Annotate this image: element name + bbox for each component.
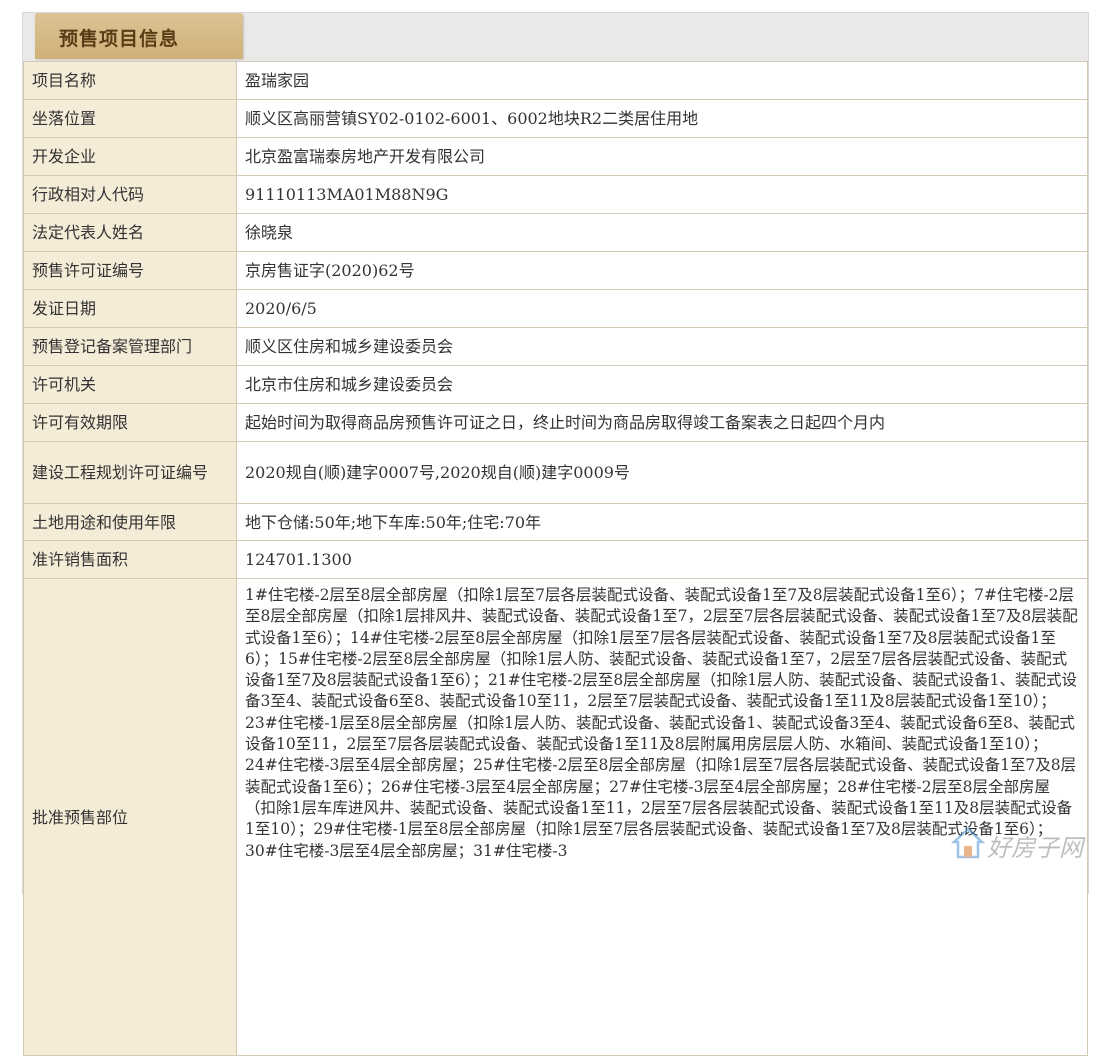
row-value: 2020/6/5 [236, 289, 1088, 328]
table-row: 开发企业 北京盈富瑞泰房地产开发有限公司 [23, 137, 1088, 176]
row-label: 行政相对人代码 [23, 175, 237, 214]
section-tab: 预售项目信息 [35, 13, 243, 59]
row-label: 批准预售部位 [23, 578, 237, 1056]
row-label: 许可机关 [23, 365, 237, 404]
table-row: 准许销售面积 124701.1300 [23, 540, 1088, 579]
table-row: 批准预售部位 1#住宅楼-2层至8层全部房屋（扣除1层至7层各层装配式设备、装配… [23, 578, 1088, 1056]
table-row: 预售许可证编号 京房售证字(2020)62号 [23, 251, 1088, 290]
table-row: 建设工程规划许可证编号 2020规自(顺)建字0007号,2020规自(顺)建字… [23, 441, 1088, 504]
presale-info-panel: 预售项目信息 项目名称 盈瑞家园 坐落位置 顺义区高丽营镇SY02-0102-6… [22, 12, 1089, 1056]
row-label: 预售许可证编号 [23, 251, 237, 290]
table-row: 预售登记备案管理部门 顺义区住房和城乡建设委员会 [23, 327, 1088, 366]
row-value: 徐晓泉 [236, 213, 1088, 252]
row-label: 准许销售面积 [23, 540, 237, 579]
section-title: 预售项目信息 [59, 28, 180, 50]
row-label: 许可有效期限 [23, 403, 237, 442]
row-label: 项目名称 [23, 61, 237, 100]
table-row: 项目名称 盈瑞家园 [23, 61, 1088, 100]
row-label: 预售登记备案管理部门 [23, 327, 237, 366]
row-label: 建设工程规划许可证编号 [23, 441, 237, 504]
row-value: 91110113MA01M88N9G [236, 175, 1088, 214]
row-value: 124701.1300 [236, 540, 1088, 579]
row-value: 起始时间为取得商品房预售许可证之日，终止时间为商品房取得竣工备案表之日起四个月内 [236, 403, 1088, 442]
row-label: 开发企业 [23, 137, 237, 176]
row-label: 发证日期 [23, 289, 237, 328]
row-value: 北京市住房和城乡建设委员会 [236, 365, 1088, 404]
table-row: 法定代表人姓名 徐晓泉 [23, 213, 1088, 252]
table-row: 许可有效期限 起始时间为取得商品房预售许可证之日，终止时间为商品房取得竣工备案表… [23, 403, 1088, 442]
table-row: 坐落位置 顺义区高丽营镇SY02-0102-6001、6002地块R2二类居住用… [23, 99, 1088, 138]
table-row: 土地用途和使用年限 地下仓储:50年;地下车库:50年;住宅:70年 [23, 503, 1088, 541]
row-value: 京房售证字(2020)62号 [236, 251, 1088, 290]
site-watermark: 好房子网 [945, 824, 1095, 869]
table-row: 许可机关 北京市住房和城乡建设委员会 [23, 365, 1088, 404]
section-header: 预售项目信息 [23, 13, 1088, 62]
row-label: 法定代表人姓名 [23, 213, 237, 252]
row-value: 2020规自(顺)建字0007号,2020规自(顺)建字0009号 [236, 441, 1088, 504]
table-row: 发证日期 2020/6/5 [23, 289, 1088, 328]
row-value: 地下仓储:50年;地下车库:50年;住宅:70年 [236, 503, 1088, 541]
house-logo-icon [951, 827, 985, 859]
info-table: 项目名称 盈瑞家园 坐落位置 顺义区高丽营镇SY02-0102-6001、600… [23, 61, 1088, 1056]
row-value: 北京盈富瑞泰房地产开发有限公司 [236, 137, 1088, 176]
row-label: 坐落位置 [23, 99, 237, 138]
row-value: 1#住宅楼-2层至8层全部房屋（扣除1层至7层各层装配式设备、装配式设备1至7及… [236, 578, 1088, 1056]
table-row: 行政相对人代码 91110113MA01M88N9G [23, 175, 1088, 214]
watermark-text: 好房子网 [987, 834, 1083, 862]
row-value: 顺义区高丽营镇SY02-0102-6001、6002地块R2二类居住用地 [236, 99, 1088, 138]
row-label: 土地用途和使用年限 [23, 503, 237, 541]
row-value: 盈瑞家园 [236, 61, 1088, 100]
row-value: 顺义区住房和城乡建设委员会 [236, 327, 1088, 366]
